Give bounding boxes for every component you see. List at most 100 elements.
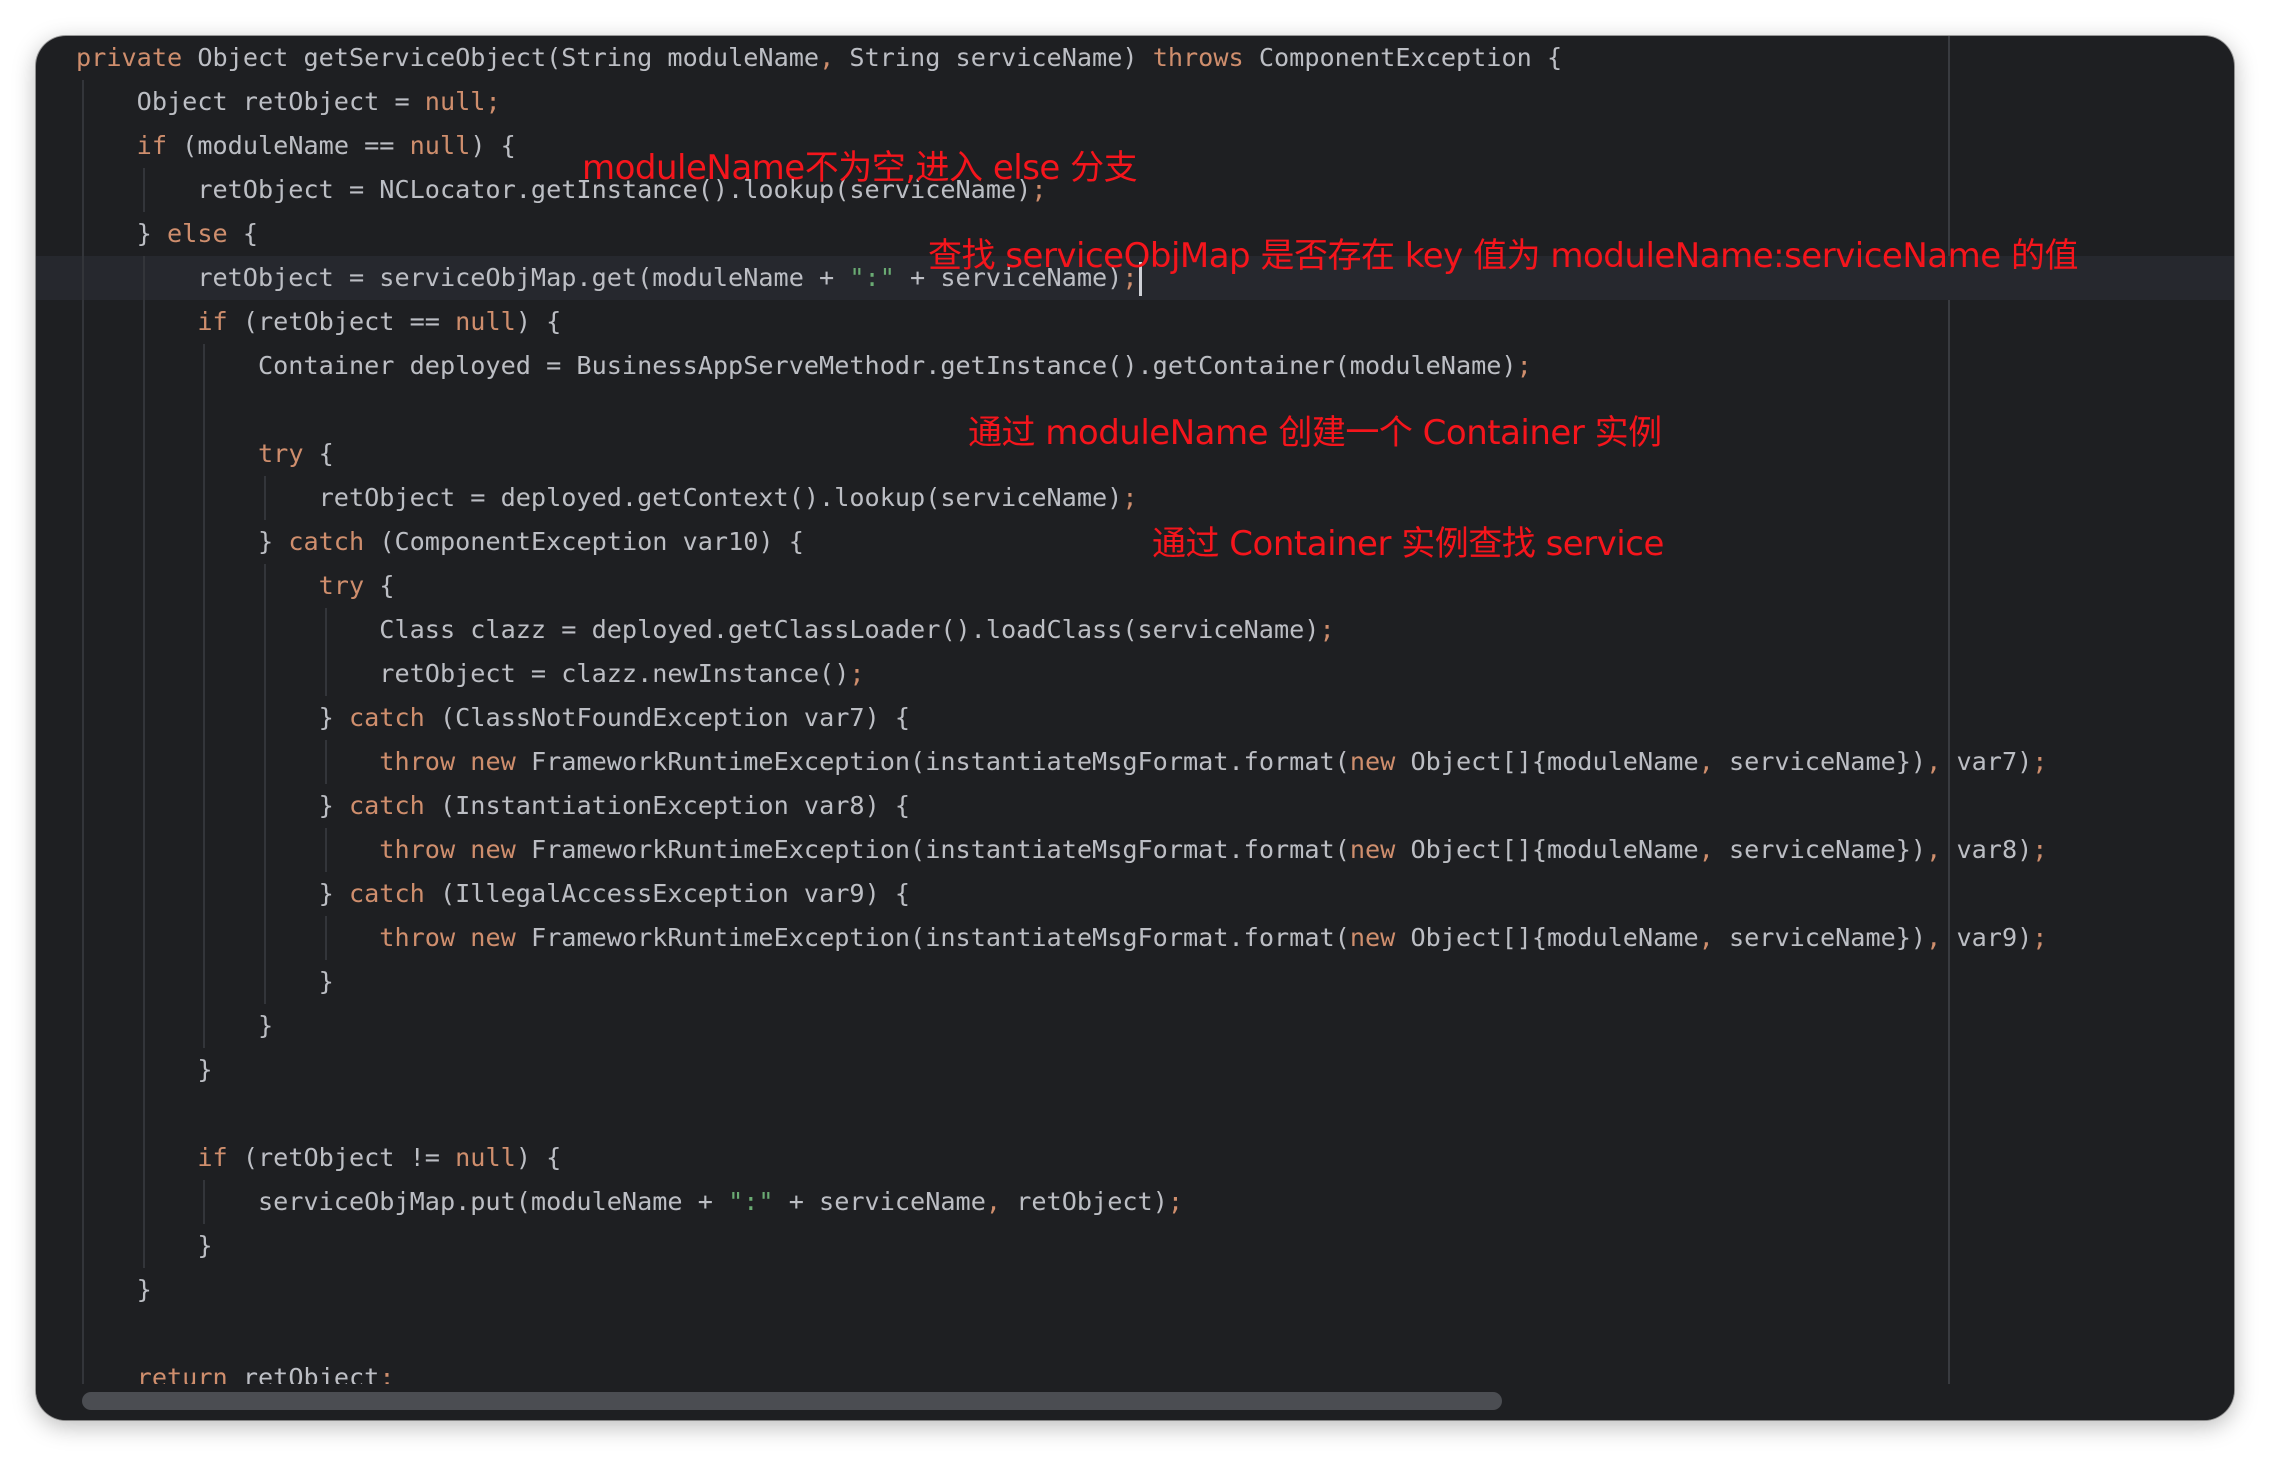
code-token: catch xyxy=(288,527,380,556)
code-token: if xyxy=(136,131,183,160)
code-token: var8) xyxy=(1941,835,2033,864)
code-editor[interactable]: private Object getServiceObject(String m… xyxy=(36,36,2234,1384)
code-token: else xyxy=(167,219,243,248)
annotation-lookup-service: 通过 Container 实例查找 service xyxy=(1152,524,1664,564)
code-editor-window: private Object getServiceObject(String m… xyxy=(36,36,2234,1420)
code-token: , xyxy=(819,43,835,72)
code-token: } xyxy=(76,1055,213,1084)
code-token: } xyxy=(76,1011,274,1040)
code-token: ; xyxy=(2032,747,2048,776)
code-token: ; xyxy=(1516,351,1532,380)
code-token: FrameworkRuntimeException(instantiateMsg… xyxy=(530,923,1350,952)
code-token: try xyxy=(318,571,380,600)
code-token: Object retObject = xyxy=(76,87,425,116)
code-line: } xyxy=(76,1048,212,1092)
code-token: if xyxy=(197,1143,243,1172)
code-line: if (retObject != null) { xyxy=(76,1136,561,1180)
code-token: ; xyxy=(1167,1187,1184,1216)
code-token: catch xyxy=(348,703,440,732)
code-token: try xyxy=(257,439,319,468)
code-token: (IllegalAccessException var9) { xyxy=(439,879,911,908)
code-token: (ComponentException var10) { xyxy=(379,527,804,556)
code-token: , xyxy=(1926,747,1942,776)
code-token: } xyxy=(76,1275,152,1304)
code-line: try { xyxy=(76,564,395,608)
code-token: if xyxy=(197,307,243,336)
code-line: serviceObjMap.put(moduleName + ":" + ser… xyxy=(76,1180,1183,1224)
code-token: (retObject != xyxy=(242,1143,456,1172)
code-line: throw new FrameworkRuntimeException(inst… xyxy=(76,828,2047,872)
code-line: throw new FrameworkRuntimeException(inst… xyxy=(76,916,2047,960)
code-token: retObject = clazz.newInstance() xyxy=(76,659,850,688)
code-token: ; xyxy=(1122,483,1138,512)
code-token: ) { xyxy=(515,1143,562,1172)
code-token: Container deployed = BusinessAppServeMet… xyxy=(76,351,1517,380)
code-line: try { xyxy=(76,432,334,476)
code-token: ; xyxy=(2032,835,2048,864)
code-line: } catch (InstantiationException var8) { xyxy=(76,784,910,828)
code-token: ; xyxy=(1319,615,1335,644)
code-token: String serviceName) xyxy=(834,43,1153,72)
code-token: ; xyxy=(849,659,865,688)
code-token: FrameworkRuntimeException(instantiateMsg… xyxy=(530,835,1350,864)
annotation-lookup-map: 查找 serviceObjMap 是否存在 key 值为 moduleName:… xyxy=(928,236,2078,276)
code-token: } xyxy=(76,791,349,820)
code-token: throw new xyxy=(379,747,531,776)
code-token: , xyxy=(1926,923,1942,952)
code-token: } xyxy=(76,1231,213,1260)
code-token: retObject = serviceObjMap.get(moduleName… xyxy=(76,263,850,292)
code-token: null xyxy=(409,131,471,160)
code-token: retObject = deployed.getContext().lookup… xyxy=(76,483,1123,512)
code-token: var9) xyxy=(1941,923,2033,952)
code-token: return xyxy=(136,1363,243,1384)
code-line: Object retObject = null; xyxy=(76,80,501,124)
annotation-else-branch: moduleName不为空,进入 else 分支 xyxy=(582,148,1138,188)
horizontal-scrollbar-thumb[interactable] xyxy=(82,1392,1502,1410)
code-token: serviceName}) xyxy=(1713,835,1927,864)
annotation-create-container: 通过 moduleName 创建一个 Container 实例 xyxy=(968,413,1662,453)
code-token: retObject) xyxy=(1001,1187,1168,1216)
code-line: retObject = deployed.getContext().lookup… xyxy=(76,476,1138,520)
code-line: Container deployed = BusinessAppServeMet… xyxy=(76,344,1532,388)
code-line: } xyxy=(76,960,334,1004)
code-token: retObject xyxy=(242,1363,380,1384)
code-token: null xyxy=(424,87,486,116)
code-line: if (moduleName == null) { xyxy=(76,124,516,168)
code-token: Object getServiceObject(String moduleNam… xyxy=(197,43,820,72)
code-token: } xyxy=(76,703,349,732)
code-token: serviceName}) xyxy=(1713,923,1927,952)
code-token: serviceObjMap.put(moduleName + xyxy=(76,1187,729,1216)
code-token: , xyxy=(985,1187,1002,1216)
code-token: FrameworkRuntimeException(instantiateMsg… xyxy=(530,747,1350,776)
code-line: } xyxy=(76,1268,152,1312)
code-token: new xyxy=(1349,923,1411,952)
code-token: throws xyxy=(1152,43,1259,72)
code-token: } xyxy=(76,967,334,996)
code-line: } xyxy=(76,1004,273,1048)
code-line: throw new FrameworkRuntimeException(inst… xyxy=(76,740,2047,784)
code-token: ; xyxy=(379,1363,395,1384)
code-line: retObject = clazz.newInstance(); xyxy=(76,652,865,696)
code-token: , xyxy=(1926,835,1942,864)
code-token: } xyxy=(76,879,349,908)
code-token: null xyxy=(455,1143,516,1172)
code-token: ; xyxy=(2032,923,2048,952)
code-token: (InstantiationException var8) { xyxy=(439,791,911,820)
code-line: private Object getServiceObject(String m… xyxy=(76,36,1562,80)
code-token: Class clazz = deployed.getClassLoader().… xyxy=(76,615,1320,644)
code-line: if (retObject == null) { xyxy=(76,300,561,344)
code-token: , xyxy=(1698,747,1714,776)
code-token: + serviceName xyxy=(773,1187,986,1216)
code-token: null xyxy=(455,307,516,336)
code-token: (retObject == xyxy=(242,307,456,336)
code-token: throw new xyxy=(379,835,531,864)
code-token: Object[]{moduleName xyxy=(1410,923,1699,952)
horizontal-scrollbar[interactable] xyxy=(36,1384,2234,1420)
code-token: ; xyxy=(485,87,501,116)
